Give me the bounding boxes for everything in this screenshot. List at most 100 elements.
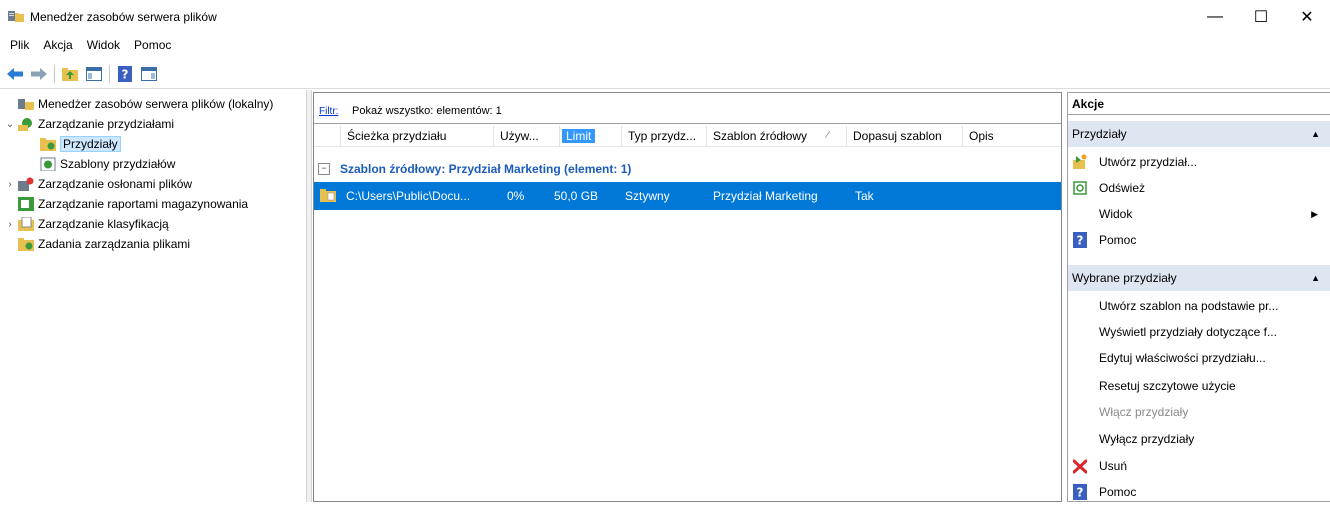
toolbar: ? — [0, 61, 1330, 87]
action-disable-quotas[interactable]: Wyłącz przydziały — [1068, 426, 1330, 452]
show-hide-action-pane-icon[interactable] — [140, 65, 158, 83]
column-header-description[interactable]: Opis — [962, 126, 1061, 146]
filter-link[interactable]: Filtr: — [319, 106, 338, 117]
action-label: Usuń — [1099, 459, 1128, 473]
tree-item-storage-reports[interactable]: Zarządzanie raportami magazynowania — [4, 194, 248, 214]
action-label: Resetuj szczytowe użycie — [1099, 379, 1236, 393]
sort-indicator-icon: ⁄ — [827, 130, 829, 141]
action-edit-quota-properties[interactable]: Edytuj właściwości przydziału... — [1068, 345, 1330, 371]
maximize-button[interactable]: ☐ — [1238, 0, 1284, 34]
actions-header: Akcje — [1068, 93, 1330, 115]
action-help[interactable]: ? Pomoc — [1068, 227, 1330, 253]
action-reset-peak-usage[interactable]: Resetuj szczytowe użycie — [1068, 373, 1330, 399]
action-label: Widok — [1099, 207, 1133, 221]
action-label: Edytuj właściwości przydziału... — [1099, 351, 1266, 365]
toolbar-divider — [0, 88, 1330, 89]
column-header-used[interactable]: Używ... — [493, 126, 559, 146]
action-help-selected[interactable]: ? Pomoc — [1068, 479, 1330, 505]
tree-item-quota-templates[interactable]: Szablony przydziałów — [26, 154, 175, 174]
server-icon — [18, 99, 34, 110]
filter-text: Pokaż wszystko: elementów: 1 — [352, 105, 502, 117]
window-title: Menedżer zasobów serwera plików — [30, 10, 217, 24]
tree-label: Zarządzanie osłonami plików — [38, 177, 193, 191]
group-header[interactable]: − Szablon źródłowy: Przydział Marketing … — [318, 160, 631, 178]
cell-source-template: Przydział Marketing — [713, 189, 818, 203]
console-tree: Menedżer zasobów serwera plików (lokalny… — [0, 90, 305, 502]
classification-icon — [18, 217, 34, 231]
storage-reports-icon — [18, 197, 34, 211]
section-title: Wybrane przydziały — [1072, 271, 1177, 285]
show-hide-console-tree-icon[interactable] — [85, 65, 103, 83]
tree-item-root[interactable]: Menedżer zasobów serwera plików (lokalny… — [4, 94, 273, 114]
table-row[interactable]: C:\Users\Public\Docu... 0% 50,0 GB Sztyw… — [314, 182, 1061, 210]
tree-item-classification[interactable]: › Zarządzanie klasyfikacją — [4, 214, 169, 234]
refresh-icon — [1073, 181, 1087, 195]
column-label: Używ... — [500, 129, 539, 143]
collapse-chevron-icon[interactable]: ⌄ — [4, 119, 16, 130]
action-label: Wyłącz przydziały — [1099, 432, 1195, 446]
action-create-template-from-quota[interactable]: Utwórz szablon na podstawie pr... — [1068, 293, 1330, 319]
tree-label: Menedżer zasobów serwera plików (lokalny… — [38, 97, 274, 111]
results-pane: Filtr: Pokaż wszystko: elementów: 1 Ście… — [313, 92, 1062, 502]
group-label: Szablon źródłowy: Przydział Marketing (e… — [340, 162, 632, 176]
column-header-limit[interactable]: Limit — [559, 126, 621, 146]
column-header-match-template[interactable]: Dopasuj szablon — [846, 126, 962, 146]
menu-pomoc[interactable]: Pomoc — [127, 36, 178, 58]
action-label: Pomoc — [1099, 485, 1137, 499]
toolbar-separator — [109, 65, 110, 83]
tree-item-quotas[interactable]: Przydziały — [26, 134, 121, 154]
section-quotas-header[interactable]: Przydziały ▲ — [1068, 121, 1330, 147]
help-icon[interactable]: ? — [116, 65, 134, 83]
column-header-type[interactable]: Typ przydz... — [621, 126, 706, 146]
cell-match-template: Tak — [855, 189, 874, 203]
column-header-path[interactable]: Ścieżka przydziału — [340, 126, 493, 146]
submenu-arrow-icon: ▶ — [1311, 209, 1318, 219]
menu-plik[interactable]: Plik — [0, 36, 36, 58]
tree-label: Zadania zarządzania plikami — [38, 237, 191, 251]
column-label: Typ przydz... — [628, 129, 697, 143]
file-tasks-icon — [18, 238, 34, 251]
quota-management-icon — [18, 118, 32, 131]
expand-chevron-icon[interactable]: › — [4, 219, 16, 230]
action-delete[interactable]: Usuń — [1068, 453, 1330, 479]
forward-arrow-icon[interactable] — [30, 65, 48, 83]
action-refresh[interactable]: Odśwież — [1068, 175, 1330, 201]
actions-pane: Akcje Przydziały ▲ Utwórz przydział... O… — [1067, 92, 1330, 502]
group-collapse-icon[interactable]: − — [318, 163, 330, 175]
tree-item-quota-management[interactable]: ⌄ Zarządzanie przydziałami — [4, 114, 174, 134]
pane-splitter[interactable] — [306, 90, 312, 502]
create-quota-icon — [1073, 154, 1087, 169]
server-app-icon — [8, 11, 24, 22]
section-selected-quotas-header[interactable]: Wybrane przydziały ▲ — [1068, 265, 1330, 291]
action-enable-quotas: Włącz przydziały — [1068, 399, 1330, 425]
action-create-quota[interactable]: Utwórz przydział... — [1068, 149, 1330, 175]
column-label: Opis — [969, 129, 994, 143]
column-header-source-template[interactable]: Szablon źródłowy ⁄ — [706, 126, 846, 146]
section-title: Przydziały — [1072, 127, 1127, 141]
menu-widok[interactable]: Widok — [80, 36, 127, 58]
tree-label: Szablony przydziałów — [60, 157, 176, 171]
tree-item-file-screening[interactable]: › Zarządzanie osłonami plików — [4, 174, 192, 194]
svg-text:?: ? — [122, 68, 129, 82]
column-label: Ścieżka przydziału — [347, 129, 447, 143]
menu-akcja[interactable]: Akcja — [36, 36, 79, 58]
tree-item-file-management-tasks[interactable]: Zadania zarządzania plikami — [4, 234, 190, 254]
minimize-button[interactable]: — — [1192, 0, 1238, 34]
expand-chevron-icon[interactable]: › — [4, 179, 16, 190]
help-icon: ? — [1073, 232, 1087, 248]
folder-up-icon[interactable] — [61, 65, 79, 83]
tree-label: Zarządzanie przydziałami — [38, 117, 175, 131]
close-button[interactable]: ✕ — [1284, 0, 1330, 34]
action-show-quotas-affecting-folder[interactable]: Wyświetl przydziały dotyczące f... — [1068, 319, 1330, 345]
quota-template-icon — [40, 157, 56, 171]
cell-limit: 50,0 GB — [554, 189, 599, 203]
help-icon: ? — [1073, 484, 1087, 500]
title-bar: Menedżer zasobów serwera plików — ☐ ✕ — [0, 0, 1330, 34]
back-arrow-icon[interactable] — [6, 65, 24, 83]
collapse-arrow-icon[interactable]: ▲ — [1311, 265, 1320, 291]
quota-folder-icon — [40, 138, 56, 151]
column-header-row: Ścieżka przydziału Używ... Limit Typ prz… — [314, 126, 1061, 147]
action-view[interactable]: Widok ▶ — [1068, 201, 1330, 227]
action-label: Włącz przydziały — [1099, 405, 1189, 419]
collapse-arrow-icon[interactable]: ▲ — [1311, 121, 1320, 147]
